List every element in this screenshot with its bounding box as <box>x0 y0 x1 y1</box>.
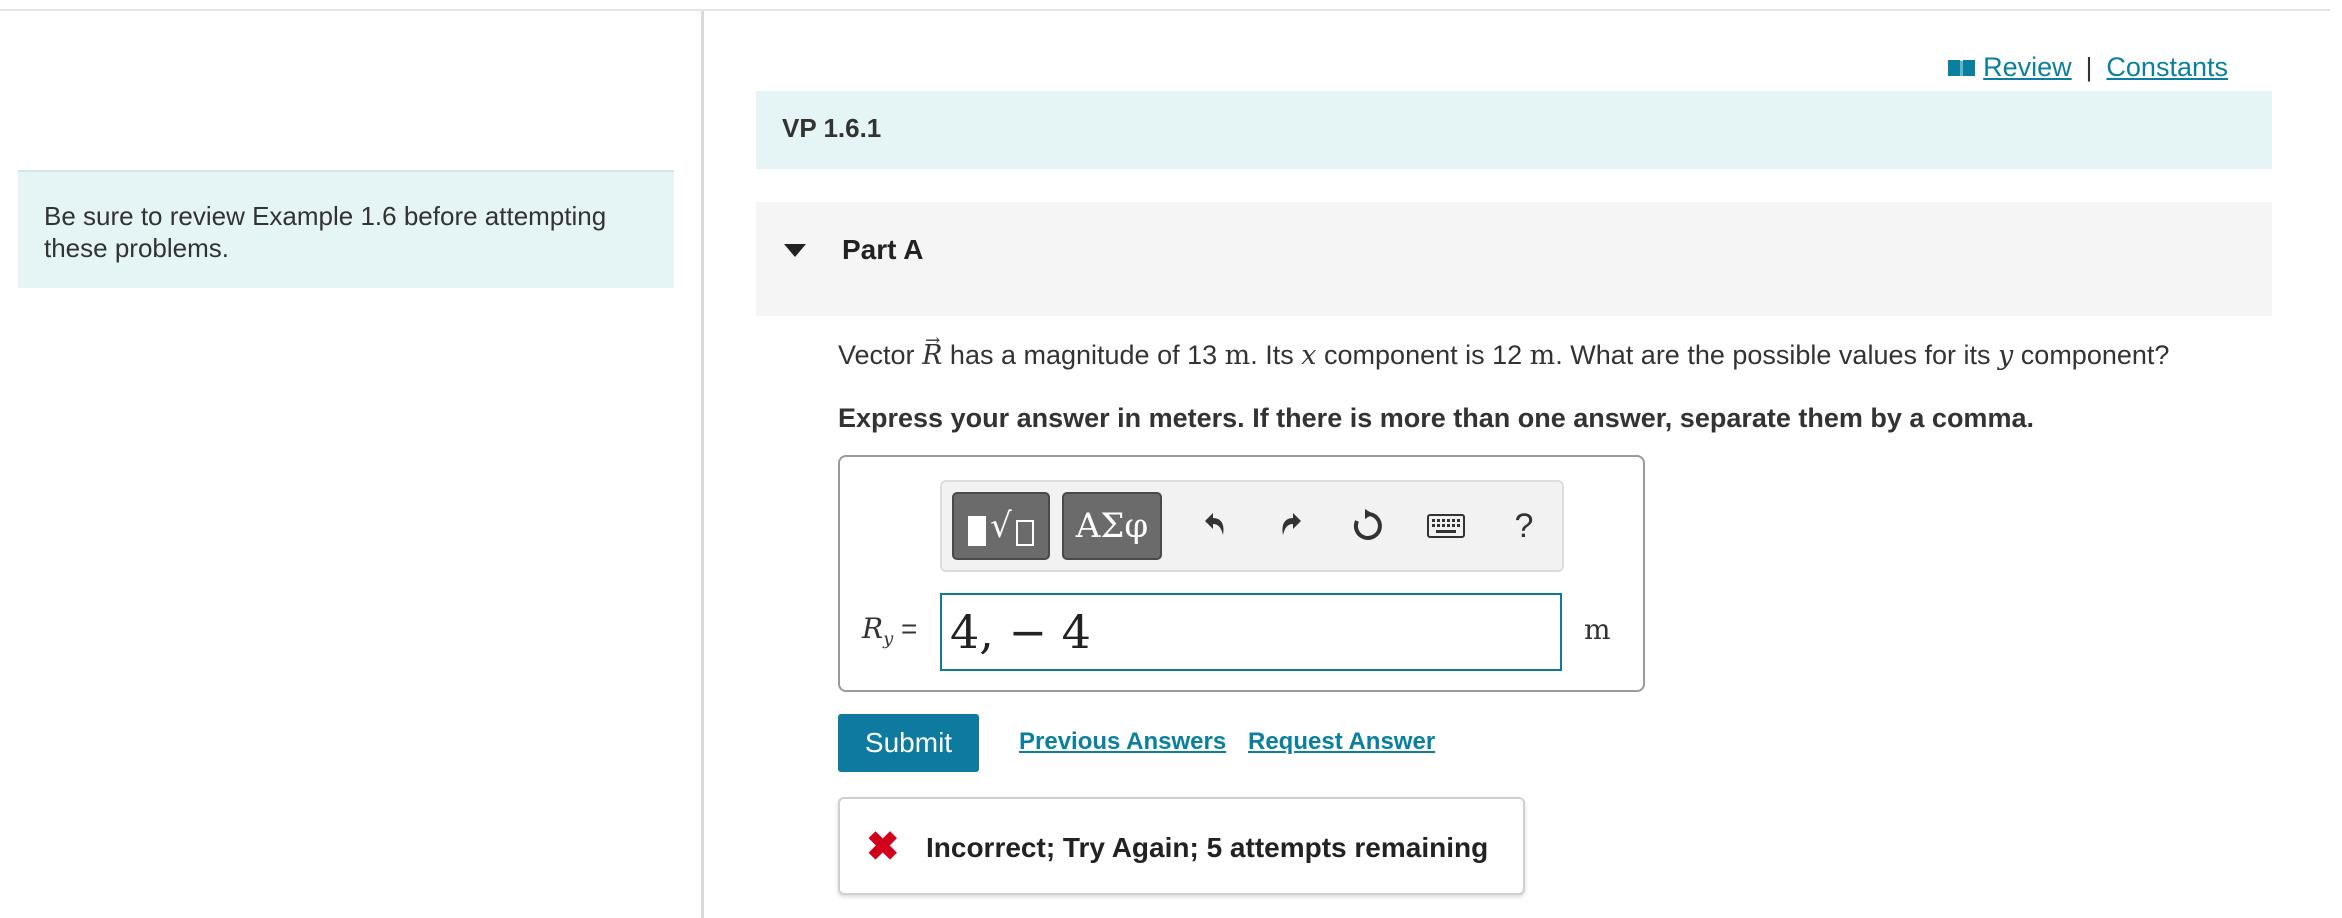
part-title: Part A <box>842 234 924 265</box>
problem-title-banner: VP 1.6.1 <box>756 91 2272 169</box>
incorrect-x-icon: ✖ <box>866 825 900 869</box>
top-divider <box>0 9 2330 11</box>
reset-icon[interactable] <box>1346 502 1390 550</box>
review-note-text: Be sure to review Example 1.6 before att… <box>44 201 607 263</box>
question-part: Vector <box>838 340 915 370</box>
equals-sign: = <box>901 613 918 644</box>
symbols-button[interactable]: ΑΣφ <box>1062 492 1162 560</box>
question-part: has a magnitude of 13 <box>949 340 1218 370</box>
answer-unit: m <box>1584 613 1611 646</box>
templates-button[interactable]: √ <box>952 492 1050 560</box>
vector-arrow: → <box>925 330 941 351</box>
caret-down-icon[interactable] <box>784 244 806 257</box>
book-icon <box>1948 59 1976 76</box>
feedback-message: Incorrect; Try Again; 5 attempts remaini… <box>926 832 1489 863</box>
unit-symbol: m <box>1224 340 1251 371</box>
question-part: . Its <box>1250 340 1294 370</box>
math-toolbar: √ ΑΣφ ? <box>940 480 1564 572</box>
answer-var: R <box>862 612 884 645</box>
y-variable: y <box>1998 340 2014 371</box>
redo-icon[interactable] <box>1270 502 1314 550</box>
page-title: VP 1.6.1 <box>782 113 882 143</box>
part-a-header[interactable]: Part A <box>756 202 2272 316</box>
column-divider <box>701 11 704 918</box>
help-icon[interactable]: ? <box>1502 502 1546 550</box>
feedback-box: ✖ Incorrect; Try Again; 5 attempts remai… <box>838 797 1525 895</box>
answer-sub: y <box>883 628 894 650</box>
submit-button[interactable]: Submit <box>838 714 979 772</box>
answer-instruction: Express your answer in meters. If there … <box>838 403 2034 433</box>
link-separator: | <box>2085 52 2093 82</box>
templates-icon: √ <box>968 506 1034 546</box>
question-text: Vector → R has a magnitude of 13 m. Its x… <box>838 330 2170 371</box>
question-part: component? <box>2020 340 2170 370</box>
undo-icon[interactable] <box>1192 502 1236 550</box>
answer-input[interactable]: 4, − 4 <box>940 593 1562 671</box>
vector-r-symbol: → R <box>922 330 942 371</box>
answer-box: √ ΑΣφ ? Ry = 4, − 4 m <box>838 455 1645 692</box>
question-part: . What are the possible values for its <box>1555 340 1991 370</box>
constants-link[interactable]: Constants <box>2106 52 2228 83</box>
answer-variable-label: Ry = <box>862 612 917 650</box>
previous-answers-link[interactable]: Previous Answers <box>1019 728 1226 756</box>
question-part: component is 12 <box>1324 340 1523 370</box>
review-link[interactable]: Review <box>1983 52 2072 83</box>
request-answer-link[interactable]: Request Answer <box>1248 728 1435 756</box>
review-note: Be sure to review Example 1.6 before att… <box>18 170 674 288</box>
unit-symbol: m <box>1529 340 1556 371</box>
x-variable: x <box>1301 340 1317 371</box>
keyboard-icon[interactable] <box>1424 502 1468 550</box>
top-links: Review | Constants <box>1947 52 2228 83</box>
